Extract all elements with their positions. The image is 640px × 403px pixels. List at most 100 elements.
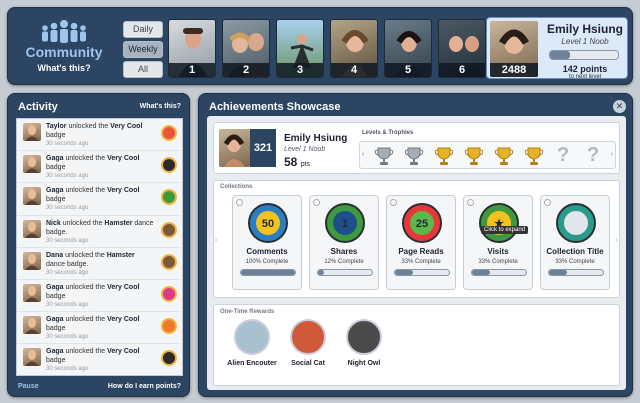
trophy-scroll-left-icon[interactable]: ‹	[362, 151, 364, 158]
select-checkbox[interactable]	[467, 199, 474, 206]
badge-icon[interactable]	[161, 125, 177, 141]
collection-card[interactable]: 50 Comments 100% Complete	[232, 195, 302, 290]
activity-avatar[interactable]	[23, 316, 41, 335]
trophy-scroll-right-icon[interactable]: ›	[611, 151, 613, 158]
badge-icon[interactable]	[161, 285, 177, 302]
collection-title: Shares	[330, 247, 358, 256]
profile-name: Emily Hsiung	[284, 133, 348, 144]
silver-trophy-icon[interactable]	[374, 146, 394, 166]
activity-avatar[interactable]	[23, 123, 41, 141]
gold-trophy-icon[interactable]	[434, 146, 454, 166]
community-brand[interactable]: Community What's this?	[18, 18, 110, 73]
brand-name: Community	[25, 44, 103, 60]
period-all[interactable]: All	[123, 61, 163, 78]
leader-1[interactable]: 1	[168, 19, 216, 78]
collection-title: Visits	[487, 247, 509, 256]
collections-scroll-right-icon[interactable]: ›	[616, 237, 618, 244]
target-icon: 25	[401, 202, 443, 244]
achievements-title: Achievements Showcase	[209, 101, 341, 113]
community-header: Community What's this? Daily Weekly All …	[7, 7, 633, 85]
silver-trophy-icon[interactable]	[404, 146, 424, 166]
gold-trophy-icon[interactable]	[464, 146, 484, 166]
badge-icon[interactable]	[161, 253, 177, 270]
activity-avatar[interactable]	[23, 348, 41, 367]
gold-trophy-icon[interactable]	[494, 146, 514, 166]
collection-card[interactable]: 1 Shares 12% Complete	[309, 195, 379, 290]
select-checkbox[interactable]	[313, 199, 320, 206]
activity-avatar[interactable]	[23, 187, 41, 206]
pause-button[interactable]: Pause	[18, 383, 39, 390]
reward-item[interactable]: Social Cat	[278, 319, 338, 367]
owl-icon	[346, 319, 382, 355]
activity-item[interactable]: Dana unlocked the Hamster dance badge. 30…	[17, 248, 182, 280]
collection-card[interactable]: Collection Title 33% Complete	[540, 195, 610, 290]
collection-complete: 33% Complete	[555, 259, 595, 265]
activity-avatar[interactable]	[23, 219, 41, 238]
levels-trophies-title: Levels & Trophies	[362, 130, 414, 136]
activity-time: 30 seconds ago	[46, 334, 89, 341]
activity-item[interactable]: Taylor unlocked the Very Cool badge 30 se…	[17, 119, 182, 152]
period-selector: Daily Weekly All	[123, 21, 163, 81]
showcase-body: 321 Emily Hsiung Level 1 Noob 58 pts Lev…	[207, 116, 626, 390]
badge-icon[interactable]	[161, 157, 177, 174]
select-checkbox[interactable]	[390, 199, 397, 206]
activity-feed[interactable]: Taylor unlocked the Very Cool badge 30 se…	[16, 118, 183, 376]
badge-icon[interactable]	[161, 189, 177, 206]
one-time-rewards: One-Time Rewards Alien Encouter Social Ca…	[213, 304, 620, 386]
reward-title: Alien Encouter	[227, 360, 277, 367]
activity-time: 30 seconds ago	[46, 366, 89, 373]
activity-time: 30 seconds ago	[46, 205, 89, 212]
points-needed-caption: to next level	[568, 74, 602, 80]
showcase-profile: 321 Emily Hsiung Level 1 Noob 58 pts Lev…	[213, 122, 620, 174]
locked-trophy-icon[interactable]: ?	[587, 144, 599, 167]
collection-progress-bar	[394, 269, 450, 276]
svg-text:25: 25	[416, 218, 428, 230]
star-icon: ★	[478, 202, 520, 244]
gold-trophy-icon[interactable]	[524, 146, 544, 166]
activity-avatar[interactable]	[23, 283, 41, 302]
profile-points: 58 pts	[284, 155, 311, 169]
brand-help-link[interactable]: What's this?	[18, 63, 110, 73]
activity-item[interactable]: Gaga unlocked the Very Cool badge 30 seco…	[17, 280, 182, 313]
collection-progress-bar	[548, 269, 604, 276]
badge-icon[interactable]	[161, 221, 177, 238]
select-checkbox[interactable]	[544, 199, 551, 206]
collection-card[interactable]: 25 Page Reads 33% Complete	[386, 195, 456, 290]
leader-4[interactable]: 4	[330, 19, 378, 78]
activity-avatar[interactable]	[23, 251, 41, 270]
leader-3[interactable]: 3	[276, 19, 324, 78]
expand-tooltip: Click to expand	[481, 226, 529, 234]
leader-2[interactable]: 2	[222, 19, 270, 78]
profile-photo	[219, 129, 250, 167]
reward-item[interactable]: Alien Encouter	[222, 319, 282, 367]
activity-time: 30 seconds ago	[46, 237, 89, 244]
collection-progress-bar	[317, 269, 373, 276]
period-weekly[interactable]: Weekly	[123, 41, 163, 58]
level-progress-bar	[549, 50, 619, 60]
current-user-card[interactable]: 2488 Emily Hsiung Level 1 Noob 142 point…	[486, 17, 628, 80]
period-daily[interactable]: Daily	[123, 21, 163, 38]
activity-avatar[interactable]	[23, 155, 41, 174]
activity-item[interactable]: Nick unlocked the Hamster dance badge. 30…	[17, 216, 182, 248]
badge-icon[interactable]	[161, 350, 177, 367]
activity-item[interactable]: Gaga unlocked the Very Cool badge 30 seco…	[17, 151, 182, 184]
collection-card[interactable]: ★ Visits 33% Complete	[463, 195, 533, 290]
profile-level: Level 1 Noob	[284, 146, 326, 153]
activity-item[interactable]: Gaga unlocked the Very Cool badge 30 seco…	[17, 344, 182, 375]
activity-item[interactable]: Gaga unlocked the Very Cool badge 30 seco…	[17, 312, 182, 345]
user-level: Level 1 Noob	[561, 37, 609, 46]
antenna-icon: 1	[324, 202, 366, 244]
leader-5[interactable]: 5	[384, 19, 432, 78]
close-icon[interactable]: ✕	[613, 100, 626, 113]
select-checkbox[interactable]	[236, 199, 243, 206]
leader-6[interactable]: 6	[438, 19, 486, 78]
badge-icon[interactable]	[161, 318, 177, 335]
collection-complete: 33% Complete	[401, 259, 441, 265]
collection-title: Comments	[246, 247, 288, 256]
collections-scroll-left-icon[interactable]: ‹	[215, 237, 217, 244]
activity-help-link[interactable]: What's this?	[140, 103, 181, 110]
earn-points-link[interactable]: How do I earn points?	[108, 383, 181, 390]
activity-item[interactable]: Gaga unlocked the Very Cool badge 30 seco…	[17, 183, 182, 216]
locked-trophy-icon[interactable]: ?	[557, 144, 569, 167]
reward-item[interactable]: Night Owl	[334, 319, 394, 367]
